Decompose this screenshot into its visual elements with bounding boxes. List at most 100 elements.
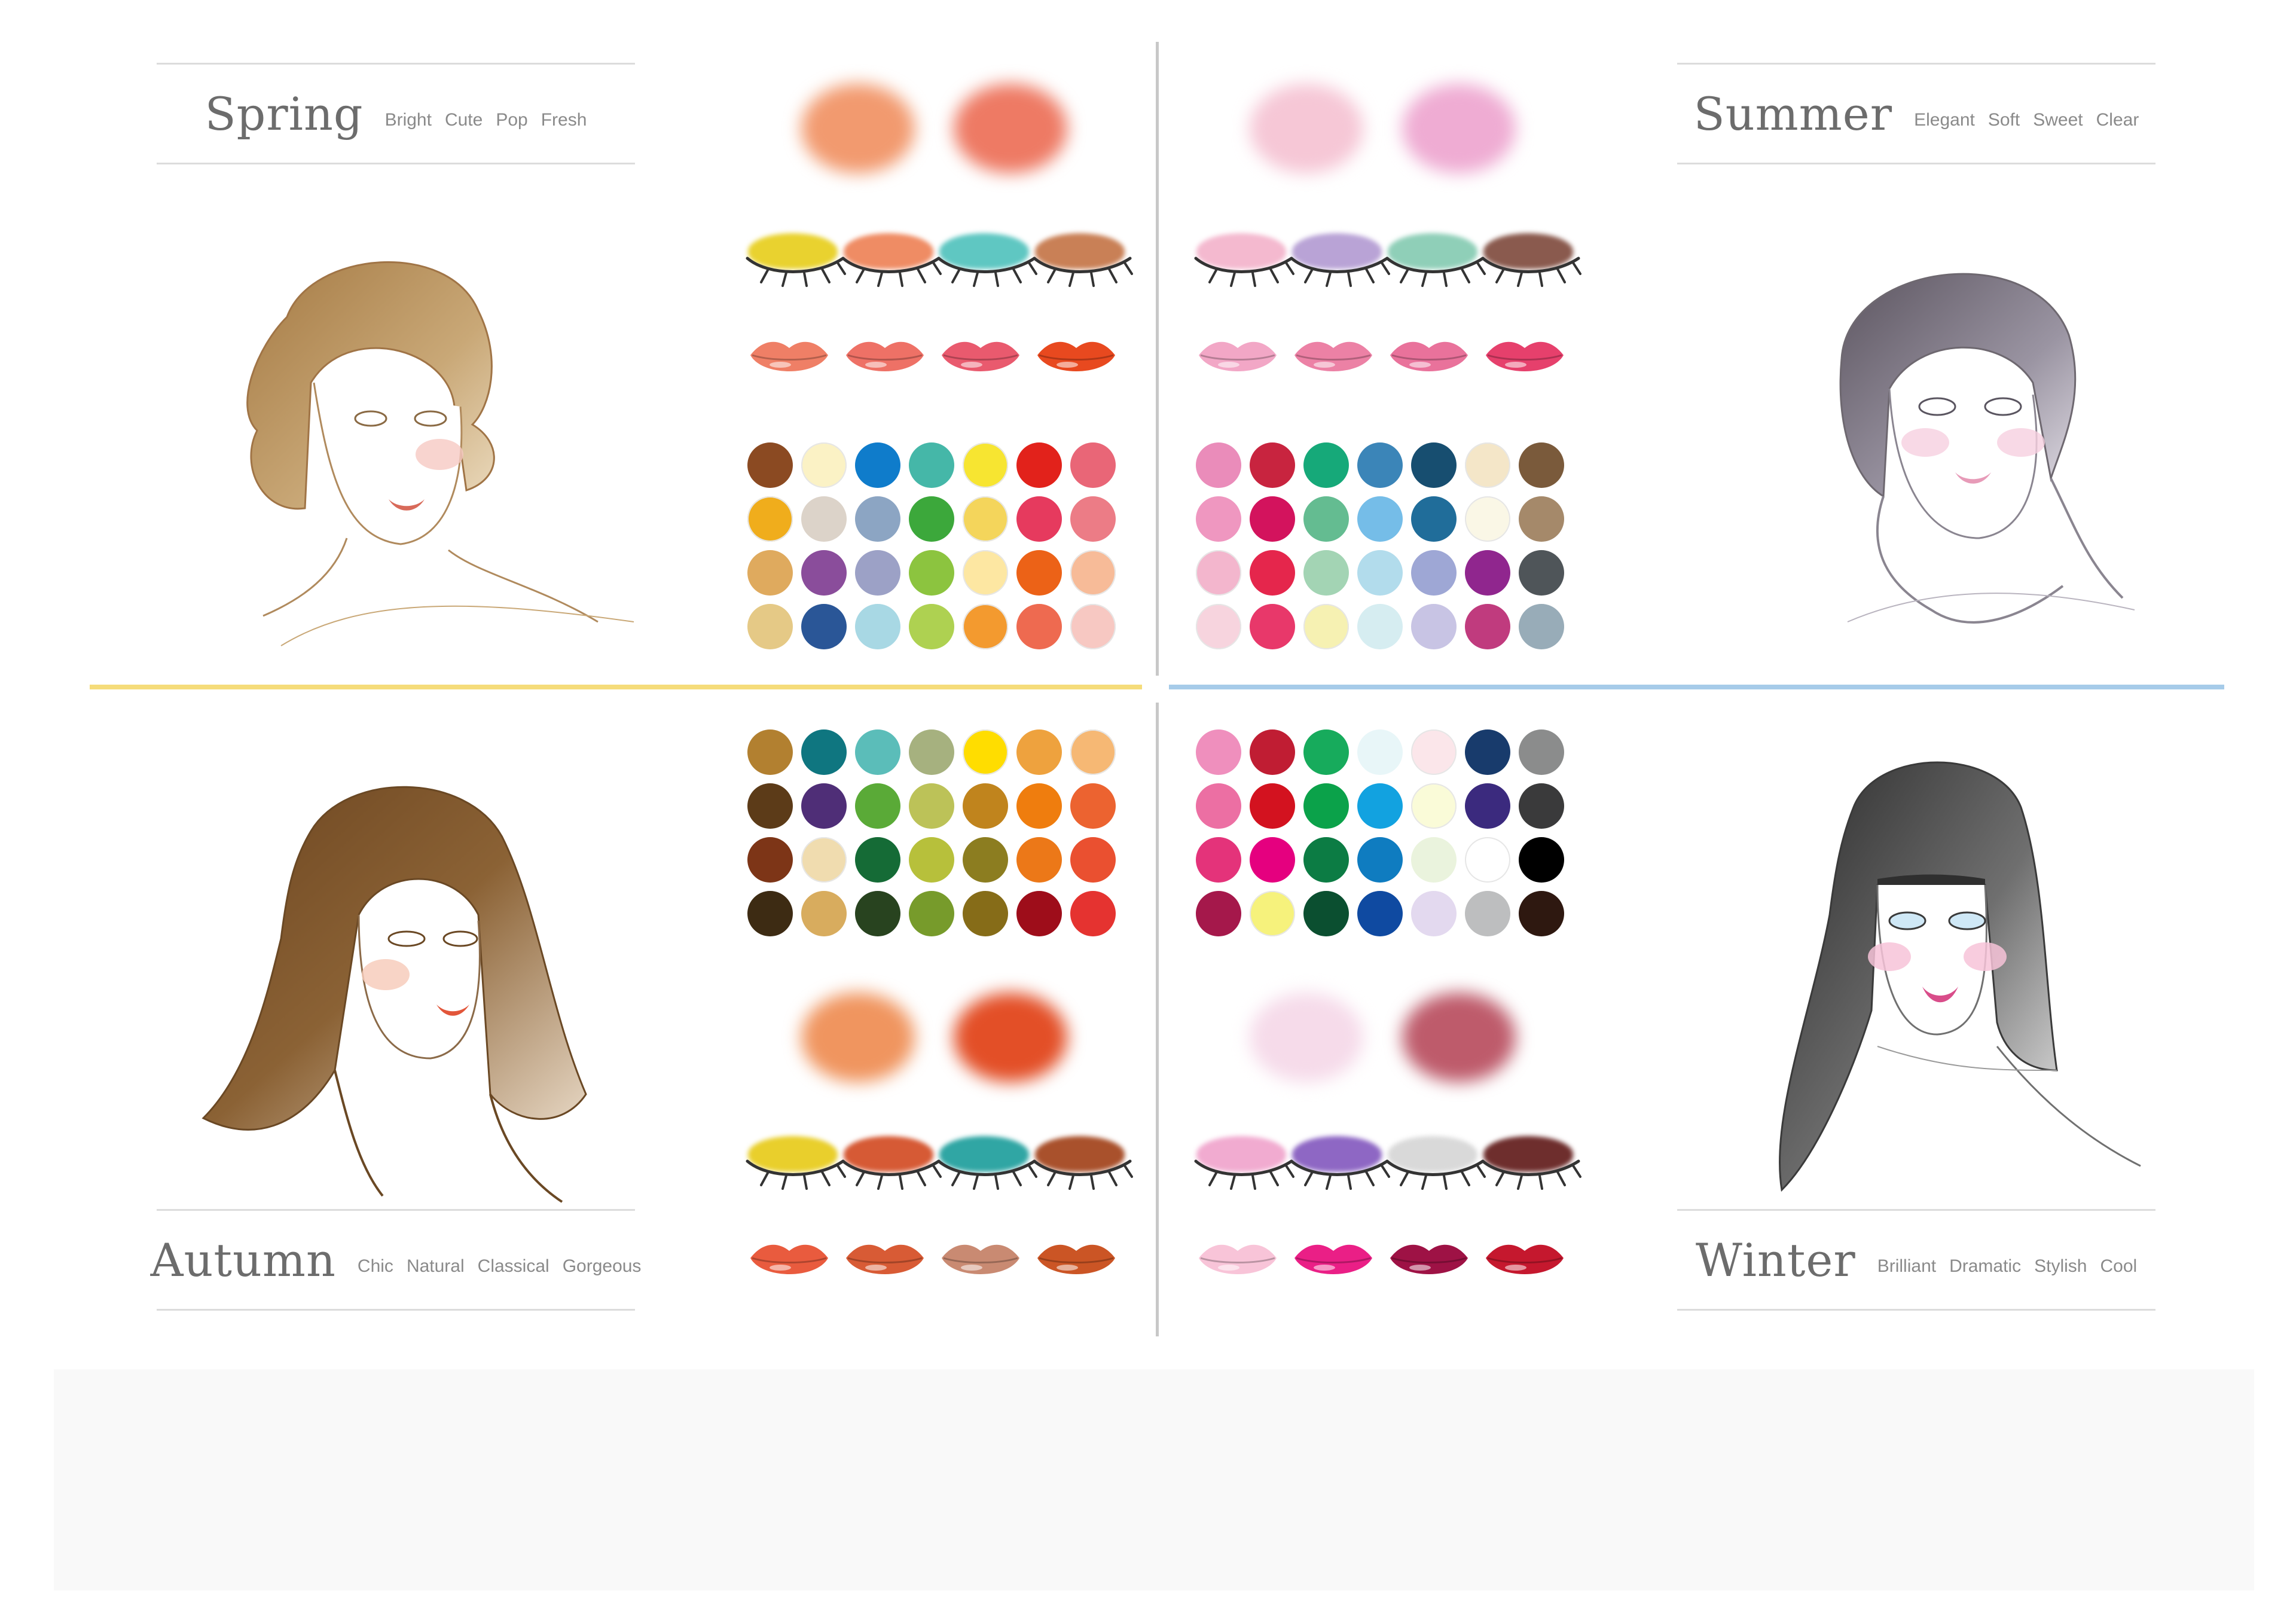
spring-lip-icon [939, 335, 1022, 380]
spring-color-swatch [1016, 442, 1062, 488]
summer-color-swatch [1411, 496, 1457, 542]
spring-color-swatch [1016, 604, 1062, 649]
autumn-header: Autumn Chic Natural Classical Gorgeous [151, 1209, 641, 1311]
tag: Cute [444, 110, 483, 130]
spring-title: Spring [204, 87, 364, 141]
autumn-color-swatch [1016, 891, 1062, 936]
spring-color-swatch [801, 604, 847, 649]
spring-lip-icon [747, 335, 831, 380]
summer-lip-icon [1387, 335, 1471, 380]
winter-lip-icon [1387, 1238, 1471, 1283]
spring-color-swatch [1070, 496, 1116, 542]
winter-color-swatch [1519, 729, 1564, 775]
winter-eyeshadow-icon [1384, 1136, 1486, 1190]
winter-lip-icon [1292, 1238, 1375, 1283]
autumn-color-swatch [1016, 783, 1062, 829]
autumn-color-swatch [1016, 729, 1062, 775]
summer-lip-icon [1196, 335, 1280, 380]
tag: Pop [496, 110, 528, 130]
autumn-color-swatch [1070, 891, 1116, 936]
winter-eyeshadow-icon [1193, 1136, 1294, 1190]
winter-color-swatch [1465, 837, 1510, 883]
autumn-blush-swatch [954, 993, 1067, 1082]
summer-color-swatch [1357, 496, 1403, 542]
spring-color-swatch [801, 550, 847, 596]
spring-eyeshadow-icon [936, 233, 1037, 287]
spring-color-swatch [1070, 604, 1116, 649]
summer-color-swatch [1519, 496, 1564, 542]
winter-color-swatch [1250, 783, 1295, 829]
autumn-eyeshadow-icon [1031, 1136, 1133, 1190]
vertical-divider-bottom [1156, 703, 1159, 1336]
autumn-color-swatch [963, 837, 1008, 883]
tag: Gorgeous [562, 1256, 642, 1276]
summer-tags: Elegant Soft Sweet Clear [1914, 97, 2139, 130]
summer-eyeshadow-icon [1289, 233, 1390, 287]
tag: Clear [2096, 110, 2139, 130]
tag: Dramatic [1949, 1256, 2022, 1276]
autumn-color-swatch [855, 729, 900, 775]
autumn-color-swatch [909, 729, 954, 775]
tag: Bright [384, 110, 432, 130]
winter-blush-swatch [1402, 993, 1516, 1082]
winter-color-swatch [1196, 729, 1241, 775]
autumn-color-swatch [909, 837, 954, 883]
summer-title: Summer [1693, 87, 1893, 141]
spring-portrait-illustration [246, 261, 634, 646]
summer-color-swatch [1357, 550, 1403, 596]
spring-color-swatch [801, 442, 847, 488]
winter-color-swatch [1519, 891, 1564, 936]
summer-eyeshadow-icon [1384, 233, 1486, 287]
autumn-color-swatch [1070, 837, 1116, 883]
spring-color-swatch [747, 550, 793, 596]
autumn-color-swatch [963, 729, 1008, 775]
summer-color-swatch [1519, 442, 1564, 488]
winter-color-swatch [1357, 837, 1403, 883]
spring-autumn-divider [90, 685, 1142, 689]
autumn-color-swatch [963, 891, 1008, 936]
spring-color-swatch [1016, 550, 1062, 596]
autumn-color-swatch [747, 783, 793, 829]
tag: Soft [1987, 110, 2020, 130]
spring-blush-swatch [954, 84, 1067, 173]
spring-lip-icon [843, 335, 927, 380]
summer-color-swatch [1250, 604, 1295, 649]
summer-color-swatch [1465, 604, 1510, 649]
winter-color-swatch [1519, 783, 1564, 829]
autumn-eyeshadow-icon [936, 1136, 1037, 1190]
tag: Classical [477, 1256, 549, 1276]
spring-color-swatch [1070, 550, 1116, 596]
winter-color-swatch [1303, 729, 1349, 775]
summer-color-swatch [1411, 604, 1457, 649]
summer-eyeshadow-icon [1193, 233, 1294, 287]
autumn-color-swatch [1016, 837, 1062, 883]
autumn-color-swatch [855, 837, 900, 883]
winter-color-swatch [1196, 783, 1241, 829]
summer-color-swatch [1519, 604, 1564, 649]
spring-color-swatch [855, 496, 900, 542]
summer-color-swatch [1303, 442, 1349, 488]
spring-color-swatch [747, 604, 793, 649]
winter-color-swatch [1465, 891, 1510, 936]
autumn-eyeshadow-icon [840, 1136, 942, 1190]
summer-color-swatch [1411, 442, 1457, 488]
summer-color-swatch [1196, 604, 1241, 649]
summer-color-swatch [1303, 604, 1349, 649]
winter-lip-icon [1196, 1238, 1280, 1283]
winter-color-swatch [1411, 729, 1457, 775]
autumn-color-swatch [909, 783, 954, 829]
autumn-color-swatch [1070, 783, 1116, 829]
summer-lip-icon [1483, 335, 1567, 380]
autumn-color-swatch [747, 837, 793, 883]
autumn-color-swatch [1070, 729, 1116, 775]
summer-color-swatch [1357, 442, 1403, 488]
autumn-color-swatch [801, 891, 847, 936]
winter-color-swatch [1196, 837, 1241, 883]
tag: Natural [406, 1256, 465, 1276]
autumn-blush-swatch [801, 993, 915, 1082]
spring-lip-icon [1034, 335, 1118, 380]
winter-color-swatch [1250, 837, 1295, 883]
winter-color-swatch [1465, 783, 1510, 829]
winter-portrait-illustration [1779, 761, 2141, 1192]
autumn-color-swatch [801, 837, 847, 883]
